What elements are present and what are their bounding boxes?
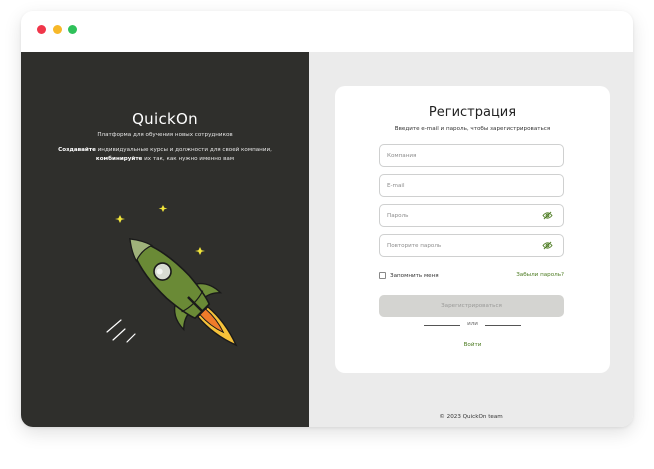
repeat-password-field[interactable] (379, 234, 564, 257)
email-field[interactable] (379, 174, 564, 197)
email-input[interactable] (387, 175, 537, 196)
desc-bold-create: Создавайте (58, 147, 96, 153)
desc-text-2: их так, как нужно именно вам (142, 155, 235, 162)
brand-tagline: Платформа для обучения новых сотрудников (97, 132, 233, 138)
speed-lines (106, 319, 136, 343)
password-input[interactable] (387, 205, 537, 226)
divider-right (485, 325, 521, 326)
registration-card: Регистрация Введите e-mail и пароль, что… (335, 86, 610, 373)
app-window: QuickOn Платформа для обучения новых сот… (21, 11, 633, 427)
form-title: Регистрация (428, 105, 517, 120)
maximize-window-button[interactable] (68, 25, 77, 34)
company-input[interactable] (387, 145, 537, 166)
or-separator: или (467, 321, 478, 327)
registration-panel: Регистрация Введите e-mail и пароль, что… (309, 52, 633, 427)
remember-label: Запомнить меня (390, 272, 439, 279)
company-field[interactable] (379, 144, 564, 167)
desc-text-1: индивидуальные курсы и должности для сво… (95, 147, 272, 153)
eye-off-icon[interactable] (542, 241, 553, 250)
footer-copyright: © 2023 QuickOn team (439, 414, 503, 420)
remember-checkbox[interactable] (379, 272, 386, 279)
promo-description: Создавайте индивидуальные курсы и должно… (39, 146, 291, 163)
brand-title: QuickOn (132, 110, 198, 128)
forgot-password-link[interactable]: Забыли пароль? (503, 272, 564, 278)
minimize-window-button[interactable] (53, 25, 62, 34)
eye-off-icon[interactable] (542, 211, 553, 220)
login-link[interactable]: Войти (335, 342, 610, 348)
repeat-password-input[interactable] (387, 235, 537, 256)
form-subtitle: Введите e-mail и пароль, чтобы зарегистр… (394, 126, 551, 132)
register-button[interactable]: Зарегистрироваться (379, 295, 564, 317)
password-field[interactable] (379, 204, 564, 227)
window-titlebar (21, 11, 633, 52)
close-window-button[interactable] (37, 25, 46, 34)
promo-panel: QuickOn Платформа для обучения новых сот… (21, 52, 309, 427)
rocket-icon (106, 205, 238, 347)
desc-bold-combine: комбинируйте (95, 155, 143, 162)
remember-me[interactable]: Запомнить меня (379, 271, 439, 280)
